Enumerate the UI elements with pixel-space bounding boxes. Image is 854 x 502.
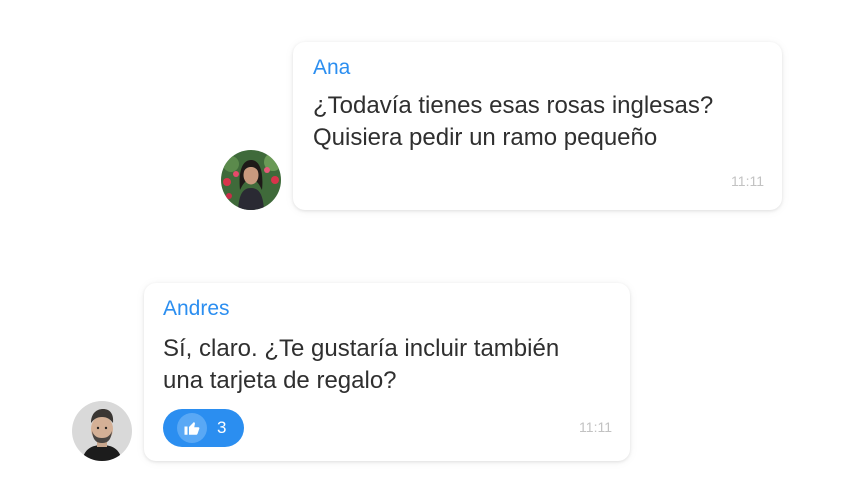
message-author: Ana bbox=[313, 56, 351, 79]
avatar-photo-ana bbox=[221, 150, 281, 210]
message-text: Sí, claro. ¿Te gustaría incluir también … bbox=[163, 335, 560, 394]
message-text: ¿Todavía tienes esas rosas inglesas? Qui… bbox=[313, 92, 714, 151]
message-bubble-andres: Andres Sí, claro. ¿Te gustaría incluir t… bbox=[144, 283, 630, 461]
reaction-badge[interactable]: 3 bbox=[163, 409, 244, 447]
avatar-ana[interactable] bbox=[221, 150, 281, 210]
thumbs-up-icon bbox=[177, 413, 207, 443]
message-timestamp: 11:11 bbox=[731, 173, 764, 189]
avatar-andres[interactable] bbox=[72, 401, 132, 461]
message-author: Andres bbox=[163, 297, 230, 320]
avatar-photo-andres bbox=[72, 401, 132, 461]
message-bubble-ana: Ana ¿Todavía tienes esas rosas inglesas?… bbox=[293, 42, 782, 210]
reaction-count: 3 bbox=[217, 418, 227, 437]
message-timestamp: 11:11 bbox=[579, 419, 612, 435]
